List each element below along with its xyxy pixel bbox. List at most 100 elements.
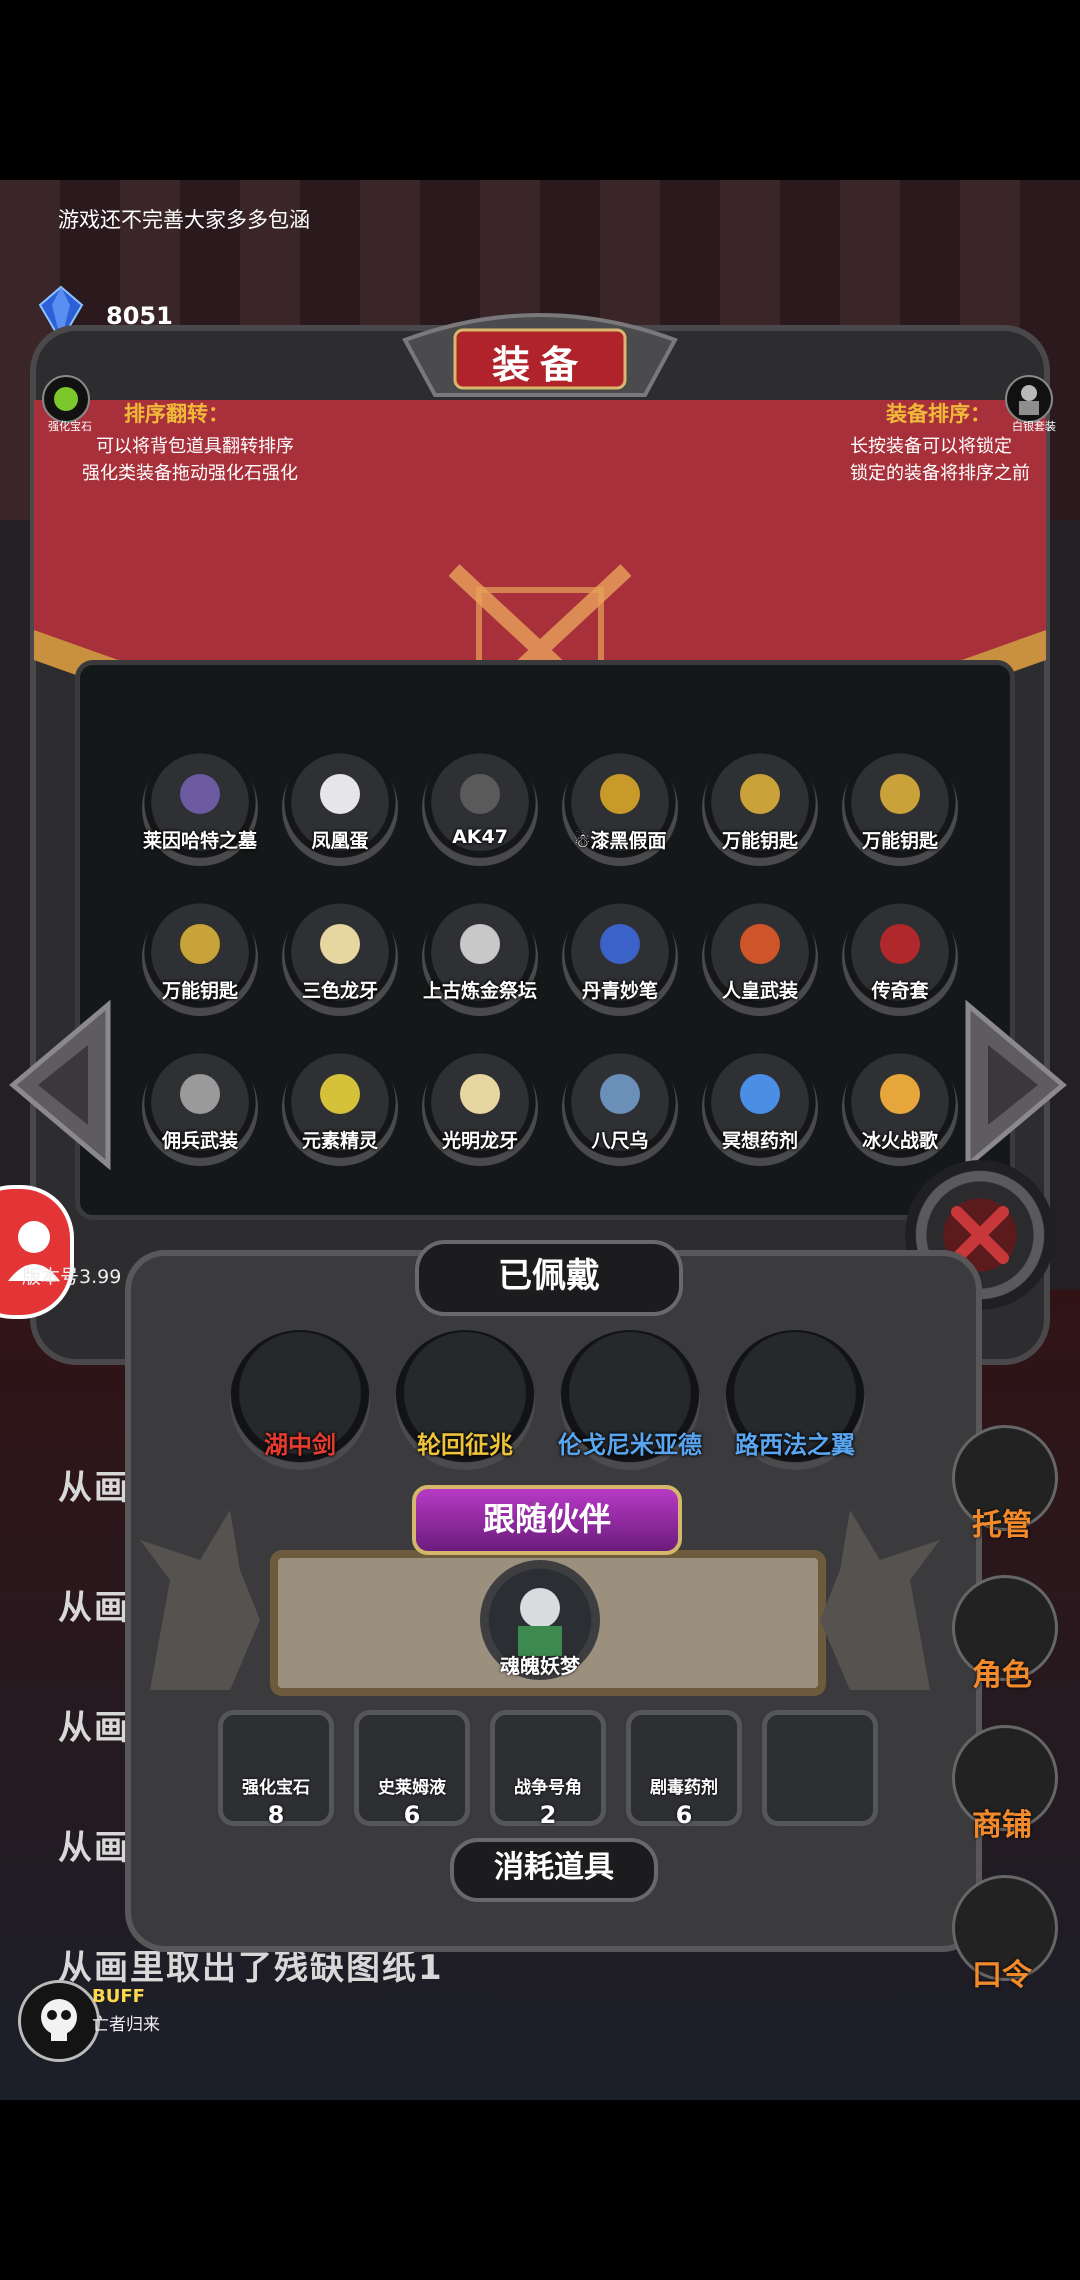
worn-slot[interactable]: 轮回征兆 [395, 1330, 535, 1470]
version-label: 版本号3.99 [22, 1266, 122, 1288]
notice-text: 游戏还不完善大家多多包涵 [58, 208, 310, 232]
fang-icon [320, 924, 360, 964]
silver-armor-icon [1005, 375, 1053, 423]
inventory-slot[interactable]: 丹青妙笔 [562, 900, 678, 1016]
title-plate: 装备 [395, 300, 685, 410]
consumable-label: 强化宝石 [242, 1778, 310, 1798]
inventory-slot[interactable]: 冥想药剂 [702, 1050, 818, 1166]
dragon-statue-right [810, 1500, 950, 1704]
inventory-slot-label: 丹青妙笔 [581, 980, 658, 1002]
inventory-slot[interactable]: 万能钥匙 [142, 900, 258, 1016]
inventory-slot[interactable]: AK47 [422, 750, 538, 866]
silver-armor-label: 白银套装 [1012, 420, 1056, 433]
equip-sort-hint: 锁定的装备将排序之前 [850, 463, 1030, 484]
dragon-statue-left [130, 1500, 270, 1704]
worn-slot[interactable]: 伦戈尼米亚德 [558, 1330, 702, 1470]
avatar-tab[interactable] [0, 1185, 74, 1319]
inventory-slot-label: 光明龙牙 [441, 1130, 518, 1152]
sort-flip-hint: 可以将背包道具翻转排序 [96, 436, 294, 457]
consumable-slot[interactable] [762, 1710, 878, 1826]
buff-icon[interactable] [18, 1980, 100, 2062]
side-menu-label[interactable]: 口令 [940, 1950, 1064, 1994]
inventory-slot[interactable]: 冰火战歌 [842, 1050, 958, 1166]
key-icon [740, 774, 780, 814]
log-line: 从画 [58, 1468, 130, 1508]
potion-icon [740, 1074, 780, 1114]
altar-icon [460, 924, 500, 964]
consumable-count: 6 [675, 1801, 693, 1829]
consumable-label: 战争号角 [514, 1778, 582, 1798]
egg-icon [320, 774, 360, 814]
inventory-slot-label: 冰火战歌 [861, 1130, 938, 1152]
inventory-slot[interactable]: 佣兵武装 [142, 1050, 258, 1166]
panel-title: 装备 [491, 343, 588, 387]
consumable-slot[interactable]: 战争号角 2 [490, 1710, 606, 1829]
consumable-slot[interactable]: 史莱姆液 6 [354, 1710, 470, 1829]
consumable-label: 剧毒药剂 [650, 1778, 718, 1798]
inventory-slot-label: 上古炼金祭坛 [422, 980, 537, 1002]
inventory-slot[interactable]: 传奇套 [842, 900, 958, 1016]
brush-icon [600, 924, 640, 964]
inventory-slot[interactable]: 三色龙牙 [282, 900, 398, 1016]
inventory-slot-label: 八尺乌 [591, 1130, 649, 1152]
consumable-slot[interactable]: 强化宝石 8 [218, 1710, 334, 1829]
sort-flip-hint: 强化类装备拖动强化石强化 [82, 463, 298, 484]
worn-slot[interactable]: 路西法之翼 [725, 1330, 865, 1470]
inventory-slot-label: 莱因哈特之墓 [142, 830, 257, 852]
inventory-slot-label: 三色龙牙 [301, 980, 378, 1002]
next-page-arrow[interactable] [958, 999, 1068, 1174]
inventory-slot[interactable]: 莱因哈特之墓 [142, 750, 258, 866]
consumable-slot[interactable]: 剧毒药剂 6 [626, 1710, 742, 1829]
side-menu-label[interactable]: 托管 [940, 1500, 1064, 1544]
inventory-slot-label: 人皇武装 [721, 980, 798, 1002]
inventory-slot[interactable]: 八尺乌 [562, 1050, 678, 1166]
side-menu-label[interactable]: 角色 [940, 1650, 1064, 1694]
inventory-slot[interactable]: 人皇武装 [702, 900, 818, 1016]
inventory-slot-label: 凤凰蛋 [311, 830, 369, 852]
inventory-slot[interactable]: 万能钥匙 [702, 750, 818, 866]
companion-title: 跟随伙伴 [412, 1485, 682, 1555]
worn-item-label: 路西法之翼 [735, 1431, 855, 1459]
inventory-slot[interactable]: 光明龙牙 [422, 1050, 538, 1166]
armor-icon [740, 924, 780, 964]
strengthen-gem-label: 强化宝石 [48, 420, 92, 433]
inventory-slot-label: 佣兵武装 [161, 1130, 238, 1152]
inventory-slot-label: 万能钥匙 [861, 830, 938, 852]
inventory-slot-label: 传奇套 [871, 980, 929, 1002]
log-line: 从画 [58, 1708, 130, 1748]
consumable-count: 6 [403, 1801, 421, 1829]
inventory-slot-label: 万能钥匙 [721, 830, 798, 852]
cloak-icon [880, 924, 920, 964]
fang-icon [460, 1074, 500, 1114]
inventory-slot-label: AK47 [452, 826, 508, 848]
inventory-slot[interactable]: 万能钥匙 [842, 750, 958, 866]
inventory-slot-label: 元素精灵 [301, 1130, 378, 1152]
inventory-slot[interactable]: 元素精灵 [282, 1050, 398, 1166]
inventory-slot[interactable]: 凤凰蛋 [282, 750, 398, 866]
strengthen-gem-icon [42, 375, 90, 423]
consumables-title: 消耗道具 [450, 1838, 658, 1902]
equip-sort-hint: 长按装备可以将锁定 [850, 436, 1012, 457]
tomb-icon [180, 774, 220, 814]
log-line: 从画 [58, 1828, 130, 1868]
key-icon [180, 924, 220, 964]
worn-slot[interactable]: 湖中剑 [230, 1330, 370, 1470]
game-screen: 从画 从画里 从画 从画 从画里取出了残缺图纸1 游戏还不完善大家多多包涵 80… [0, 180, 1080, 2100]
mercenary-icon [180, 1074, 220, 1114]
prev-page-arrow[interactable] [8, 999, 118, 1174]
crow-icon [600, 1074, 640, 1114]
inventory-slot[interactable]: 上古炼金祭坛 [422, 900, 538, 1016]
rifle-icon [460, 774, 500, 814]
side-menu-label[interactable]: 商铺 [940, 1800, 1064, 1844]
sort-flip-title[interactable]: 排序翻转： [124, 398, 229, 428]
mask-icon [600, 774, 640, 814]
inventory-slot[interactable]: ☃漆黑假面 [562, 750, 678, 866]
swords-icon [880, 1074, 920, 1114]
equip-sort-title[interactable]: 装备排序： [886, 398, 991, 428]
spirit-icon [320, 1074, 360, 1114]
inventory-slot-label: 万能钥匙 [161, 980, 238, 1002]
consumable-label: 史莱姆液 [378, 1778, 446, 1798]
buff-sub-label: 亡者归来 [92, 2015, 160, 2035]
buff-label: BUFF [92, 1986, 145, 2007]
key-icon [880, 774, 920, 814]
